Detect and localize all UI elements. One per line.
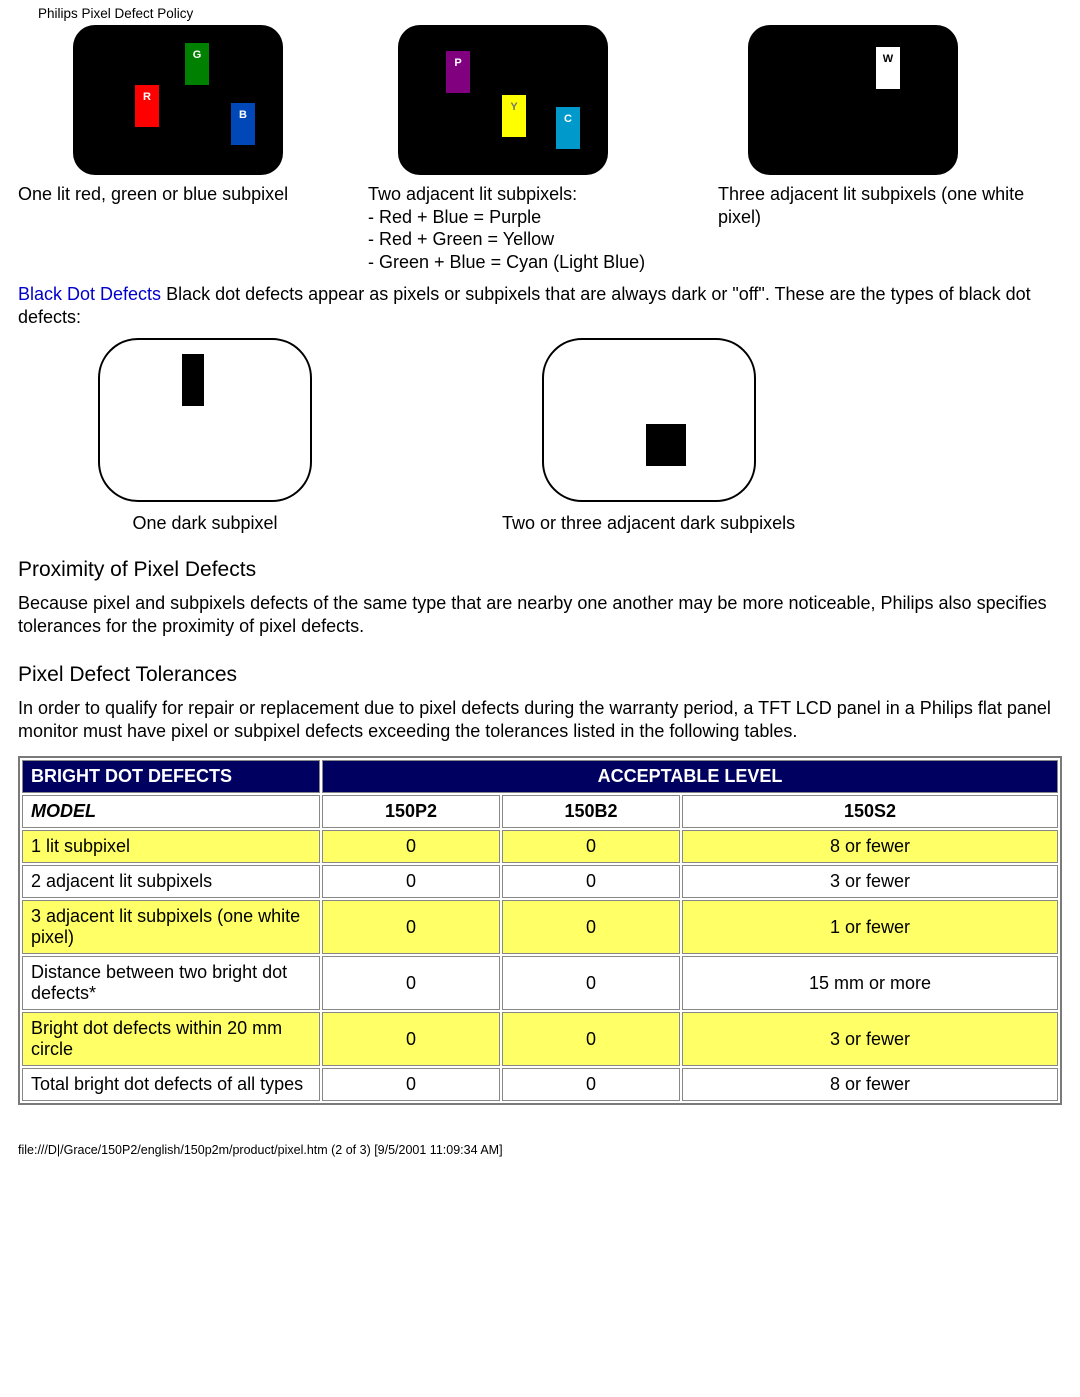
subpixel-w-icon: W	[876, 47, 900, 89]
dark-caption-2: Two or three adjacent dark subpixels	[502, 513, 795, 534]
page-header: Philips Pixel Defect Policy	[38, 6, 1062, 21]
row-value: 8 or fewer	[682, 830, 1058, 863]
row-value: 0	[502, 1012, 680, 1066]
dark-col-2: Two or three adjacent dark subpixels	[502, 338, 795, 534]
model-label: MODEL	[22, 795, 320, 828]
subpixel-b-icon: B	[231, 103, 255, 145]
row-value: 0	[322, 1012, 500, 1066]
row-value: 0	[322, 956, 500, 1010]
caption-2-line-2: - Green + Blue = Cyan (Light Blue)	[368, 252, 645, 272]
model-1: 150B2	[502, 795, 680, 828]
bright-dot-illustrations: RGB One lit red, green or blue subpixel …	[18, 25, 1062, 273]
row-label: Total bright dot defects of all types	[22, 1068, 320, 1101]
caption-2-line-1: - Red + Green = Yellow	[368, 229, 554, 249]
row-value: 0	[502, 865, 680, 898]
bright-col-1: RGB One lit red, green or blue subpixel	[18, 25, 362, 273]
proximity-heading: Proximity of Pixel Defects	[18, 558, 1062, 582]
subpixel-g-icon: G	[185, 43, 209, 85]
row-value: 0	[502, 830, 680, 863]
row-label: Distance between two bright dot defects*	[22, 956, 320, 1010]
table-row: 3 adjacent lit subpixels (one white pixe…	[22, 900, 1058, 954]
dark-dot-illustrations: One dark subpixel Two or three adjacent …	[98, 338, 1062, 534]
row-label: 3 adjacent lit subpixels (one white pixe…	[22, 900, 320, 954]
caption-1: One lit red, green or blue subpixel	[18, 183, 354, 206]
dark-caption-1: One dark subpixel	[98, 513, 312, 534]
black-dot-term: Black Dot Defects	[18, 284, 161, 304]
row-value: 3 or fewer	[682, 1012, 1058, 1066]
row-label: 2 adjacent lit subpixels	[22, 865, 320, 898]
model-2: 150S2	[682, 795, 1058, 828]
row-value: 8 or fewer	[682, 1068, 1058, 1101]
table-header-right: ACCEPTABLE LEVEL	[322, 760, 1058, 793]
defects-table: BRIGHT DOT DEFECTS ACCEPTABLE LEVEL MODE…	[18, 756, 1062, 1105]
table-row: Distance between two bright dot defects*…	[22, 956, 1058, 1010]
row-value: 0	[502, 900, 680, 954]
row-value: 0	[502, 956, 680, 1010]
bright-col-3: W Three adjacent lit subpixels (one whit…	[712, 25, 1062, 273]
monitor-pyc-icon: PYC	[398, 25, 608, 175]
dark-subpixel-icon	[182, 354, 204, 406]
tolerances-text: In order to qualify for repair or replac…	[18, 697, 1062, 742]
subpixel-c-icon: C	[556, 107, 580, 149]
tolerances-heading: Pixel Defect Tolerances	[18, 663, 1062, 687]
row-value: 15 mm or more	[682, 956, 1058, 1010]
monitor-rgb-icon: RGB	[73, 25, 283, 175]
dark-pixel-block-icon	[646, 424, 686, 466]
row-value: 0	[322, 1068, 500, 1101]
table-row: 2 adjacent lit subpixels003 or fewer	[22, 865, 1058, 898]
row-label: Bright dot defects within 20 mm circle	[22, 1012, 320, 1066]
black-dot-text: Black dot defects appear as pixels or su…	[18, 284, 1031, 327]
dark-col-1: One dark subpixel	[98, 338, 312, 534]
black-dot-paragraph: Black Dot Defects Black dot defects appe…	[18, 283, 1062, 328]
table-header-left: BRIGHT DOT DEFECTS	[22, 760, 320, 793]
row-value: 0	[322, 830, 500, 863]
subpixel-y-icon: Y	[502, 95, 526, 137]
table-row: Bright dot defects within 20 mm circle00…	[22, 1012, 1058, 1066]
page-footer: file:///D|/Grace/150P2/english/150p2m/pr…	[18, 1143, 1062, 1157]
subpixel-p-icon: P	[446, 51, 470, 93]
row-value: 0	[322, 865, 500, 898]
caption-2-line-0: - Red + Blue = Purple	[368, 207, 541, 227]
monitor-dark-one-icon	[98, 338, 312, 502]
row-value: 0	[322, 900, 500, 954]
monitor-dark-multi-icon	[542, 338, 756, 502]
caption-2-title: Two adjacent lit subpixels:	[368, 184, 577, 204]
caption-2: Two adjacent lit subpixels: - Red + Blue…	[368, 183, 704, 273]
monitor-white-icon: W	[748, 25, 958, 175]
row-label: 1 lit subpixel	[22, 830, 320, 863]
model-0: 150P2	[322, 795, 500, 828]
row-value: 3 or fewer	[682, 865, 1058, 898]
row-value: 1 or fewer	[682, 900, 1058, 954]
table-row: Total bright dot defects of all types008…	[22, 1068, 1058, 1101]
subpixel-r-icon: R	[135, 85, 159, 127]
row-value: 0	[502, 1068, 680, 1101]
table-row: 1 lit subpixel008 or fewer	[22, 830, 1058, 863]
caption-3: Three adjacent lit subpixels (one white …	[718, 183, 1054, 228]
proximity-text: Because pixel and subpixels defects of t…	[18, 592, 1062, 637]
bright-col-2: PYC Two adjacent lit subpixels: - Red + …	[362, 25, 712, 273]
